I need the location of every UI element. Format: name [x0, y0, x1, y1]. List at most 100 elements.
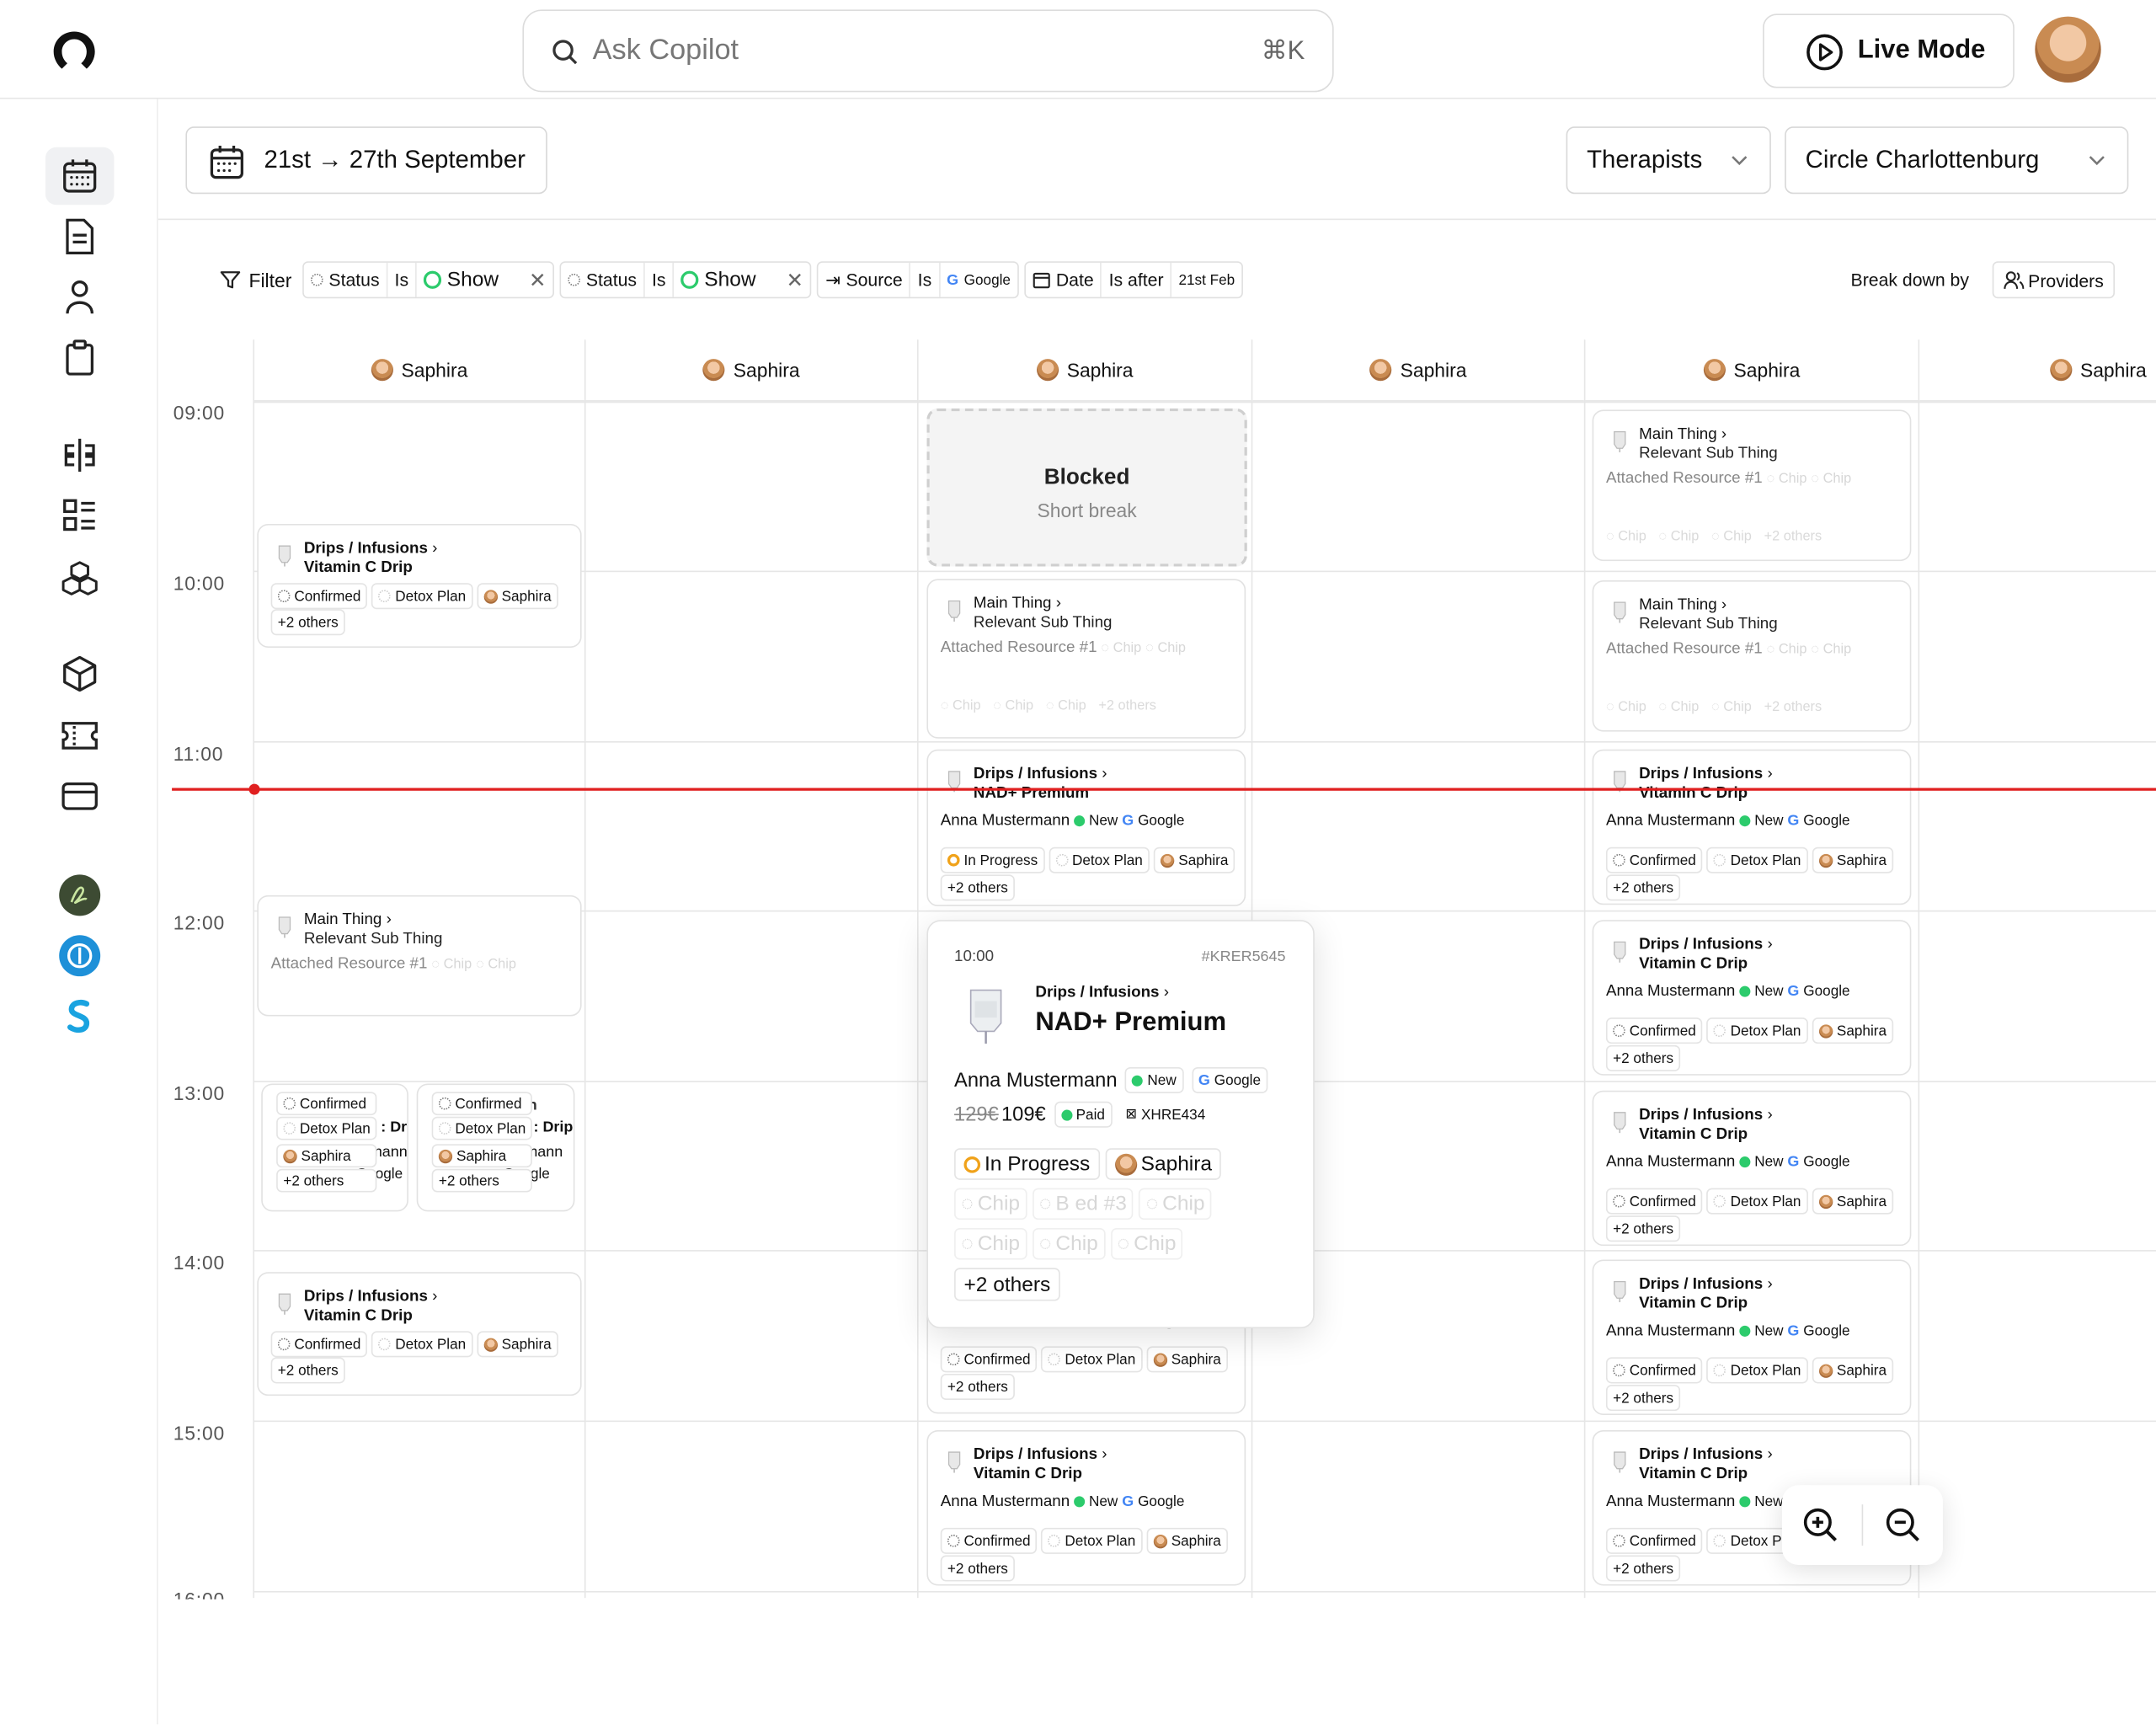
provider-badge: Saphira — [1812, 1017, 1894, 1044]
app-icon-s[interactable] — [59, 996, 100, 1037]
column-header[interactable]: Saphira — [254, 339, 584, 402]
user-avatar[interactable] — [2035, 16, 2101, 83]
popover-id: #KRER5645 — [1201, 948, 1286, 966]
app-icon-blue[interactable] — [59, 935, 101, 977]
credit-card-icon[interactable] — [45, 767, 115, 825]
appointment-popover[interactable]: 10:00 #KRER5645 Drips / Infusions › NAD+… — [926, 920, 1315, 1329]
copilot-search[interactable]: Ask Copilot ⌘K — [522, 9, 1334, 93]
appointment-card[interactable]: Drips / Infusions › Vitamin C Drip Anna … — [1592, 1259, 1912, 1415]
appointment-card-muted[interactable]: Main Thing › Relevant Sub Thing Attached… — [257, 895, 582, 1017]
more-badge[interactable]: +2 others — [270, 609, 345, 636]
appointment-card-muted[interactable]: Main Thing › Relevant Sub Thing Attached… — [1592, 579, 1912, 732]
status-badge: Confirmed — [1605, 1188, 1703, 1215]
more-badge[interactable]: +2 others — [1605, 1555, 1681, 1582]
appointment-card-compact[interactable]: ▮ ::. ifusion : Drip ermann Google Confi… — [416, 1083, 575, 1212]
app-logo-icon[interactable] — [52, 30, 96, 72]
appointment-card[interactable]: Drips / Infusions › Vitamin C Drip Anna … — [1592, 1090, 1912, 1247]
filter-chip-source[interactable]: ⇥ Source Is G Google — [817, 261, 1019, 299]
status-icon — [568, 273, 581, 286]
search-shortcut: ⌘K — [1261, 37, 1305, 67]
provider-badge[interactable]: Saphira — [1105, 1148, 1222, 1180]
blocked-subtitle: Short break — [1037, 499, 1137, 521]
filter-chip-date[interactable]: Date Is after 21st Feb — [1024, 261, 1243, 299]
more-badge[interactable]: +2 others — [940, 874, 1016, 901]
status-badge: Confirmed — [270, 1331, 368, 1358]
app-icon-green[interactable] — [59, 874, 101, 916]
chevron-right-icon: › — [1163, 984, 1169, 1001]
calendar-icon[interactable] — [45, 147, 115, 206]
date-range-button[interactable]: 21st → 27th September — [185, 126, 547, 195]
appointment-card[interactable]: Drips / Infusions › Vitamin C Drip Anna … — [1592, 749, 1912, 905]
status-badge[interactable]: In Progress — [954, 1148, 1100, 1180]
column-header[interactable]: Saphira — [1585, 339, 1919, 402]
column-header[interactable]: Saphira — [918, 339, 1251, 402]
plan-badge: Detox Plan — [1706, 1017, 1808, 1044]
chevron-right-icon: › — [1721, 596, 1727, 614]
column-header[interactable]: Saphira — [1252, 339, 1584, 402]
appointment-card-muted[interactable]: Main Thing › Relevant Sub Thing Attached… — [1592, 409, 1912, 562]
invoice-badge[interactable]: ⊠ XHRE434 — [1120, 1102, 1211, 1128]
chevron-right-icon: › — [1055, 595, 1061, 612]
play-icon — [1806, 34, 1843, 71]
price: 109€ — [1001, 1103, 1046, 1126]
appointment-card[interactable]: Drips / Infusions › NAD+ Premium Anna Mu… — [926, 749, 1246, 906]
more-badge[interactable]: +2 others — [276, 1168, 377, 1193]
more-badge[interactable]: +2 others — [1605, 1044, 1681, 1071]
appointment-card[interactable]: Drips / Infusions › Vitamin C Drip Anna … — [1592, 920, 1912, 1076]
plan-badge: Detox Plan — [1706, 1188, 1808, 1215]
chevron-right-icon: › — [432, 540, 438, 558]
calendar-icon — [1033, 272, 1050, 289]
appointment-card[interactable]: Drips / Infusions › Vitamin C Drip Anna … — [926, 1429, 1246, 1586]
more-badge[interactable]: +2 others — [940, 1555, 1016, 1582]
column-header[interactable]: Saphira — [585, 339, 917, 402]
avatar — [702, 359, 725, 382]
close-icon[interactable]: ✕ — [529, 268, 547, 292]
appointment-card-muted[interactable]: Main Thing › Relevant Sub Thing Attached… — [926, 579, 1246, 739]
popover-category: Drips / Infusions › — [1035, 984, 1169, 1001]
zoom-in-icon[interactable] — [1802, 1507, 1838, 1542]
filter-button[interactable]: Filter — [220, 269, 291, 291]
more-badge[interactable]: +2 others — [1605, 1215, 1681, 1242]
more-badge[interactable]: +2 others — [954, 1268, 1060, 1301]
plan-badge: Detox Plan — [1706, 1357, 1808, 1384]
more-badge[interactable]: +2 others — [940, 1374, 1016, 1401]
clipboard-icon[interactable] — [45, 328, 115, 387]
split-icon[interactable] — [45, 426, 115, 484]
blocked-slot[interactable]: Blocked Short break — [926, 408, 1247, 567]
boxes-icon[interactable] — [45, 548, 115, 606]
search-placeholder: Ask Copilot — [592, 34, 739, 67]
google-icon: G — [947, 271, 959, 289]
new-status-dot — [1074, 1496, 1086, 1508]
close-icon[interactable]: ✕ — [786, 268, 803, 292]
time-label: 09:00 — [173, 401, 226, 424]
therapists-select[interactable]: Therapists — [1566, 126, 1771, 195]
filter-chip-status-1[interactable]: Status Is Show ✕ — [302, 261, 555, 299]
providers-button[interactable]: Providers — [1992, 261, 2116, 299]
more-badge[interactable]: +2 others — [431, 1168, 533, 1193]
list-icon[interactable] — [45, 487, 115, 545]
status-badge: Confirmed — [270, 583, 368, 610]
more-badge[interactable]: +2 others — [1605, 874, 1681, 901]
more-badge[interactable]: +2 others — [270, 1357, 345, 1384]
live-mode-button[interactable]: Live Mode — [1763, 13, 2015, 88]
grid-divider — [584, 339, 586, 1599]
popover-client[interactable]: Anna Mustermann — [954, 1069, 1117, 1091]
ticket-icon[interactable] — [45, 707, 115, 765]
iv-bag-icon — [1614, 941, 1626, 963]
time-label: 11:00 — [173, 742, 224, 765]
iv-bag-icon — [278, 545, 291, 567]
more-badge[interactable]: +2 others — [1605, 1385, 1681, 1412]
source-icon: ⇥ — [825, 269, 841, 290]
status-badge: Confirmed — [1605, 1357, 1703, 1384]
package-icon[interactable] — [45, 645, 115, 703]
filter-chip-status-2[interactable]: Status Is Show ✕ — [559, 261, 812, 299]
appointment-card[interactable]: Drips / Infusions › Vitamin C Drip Confi… — [257, 524, 582, 648]
zoom-out-icon[interactable] — [1885, 1507, 1920, 1542]
column-header[interactable]: Saphira — [1919, 339, 2156, 402]
user-icon[interactable] — [45, 268, 115, 326]
location-select[interactable]: Circle Charlottenburg — [1785, 126, 2129, 195]
time-label: 13:00 — [173, 1081, 226, 1105]
document-icon[interactable] — [45, 208, 115, 266]
appointment-card-compact[interactable]: ▮ ::fusio : Drip ermann Google Confirmed… — [261, 1083, 408, 1212]
appointment-card[interactable]: Drips / Infusions › Vitamin C Drip Confi… — [257, 1272, 582, 1397]
